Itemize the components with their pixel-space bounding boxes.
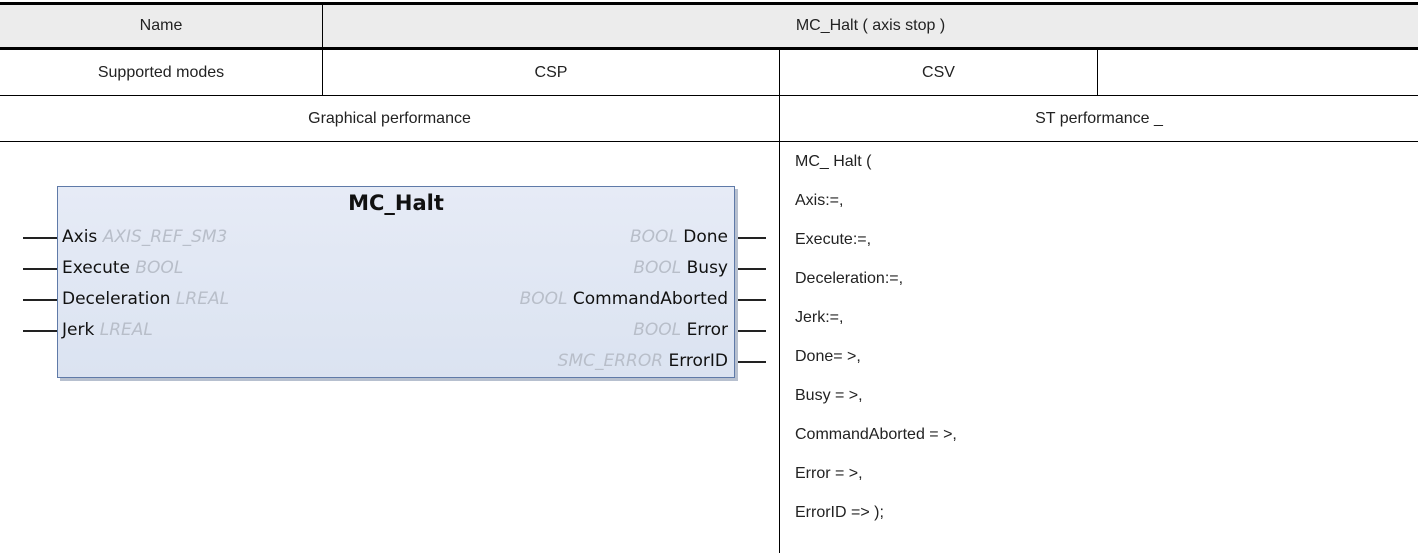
pin-name: ErrorID [668,351,728,371]
output-wire [733,330,766,332]
input-pin-execute: Execute BOOL [62,258,183,278]
st-performance-title: ST performance _ [1035,109,1163,127]
pin-name: CommandAborted [572,289,728,309]
mode-csv: CSV [922,63,955,81]
input-wire [23,268,58,270]
output-wire [733,237,766,239]
st-code-line: CommandAborted = >, [795,426,957,443]
output-wire [733,361,766,363]
pin-name: Done [683,227,728,247]
pin-type: LREAL [99,320,153,340]
pin-type: BOOL [629,227,678,247]
function-block-spec-table: Name MC_Halt ( axis stop ) Supported mod… [0,0,1418,553]
output-pin-error: BOOL Error [633,320,728,340]
pin-name: Error [686,320,728,340]
st-code-line: Axis:=, [795,192,844,209]
output-wire [733,299,766,301]
pin-type: AXIS_REF_SM3 [102,227,228,247]
output-pin-command-aborted: BOOL CommandAborted [520,289,728,309]
supported-modes-label: Supported modes [97,63,225,81]
mode-csp: CSP [534,63,568,81]
mode-extra [1098,50,1418,95]
input-wire [23,237,58,239]
graphical-performance-title: Graphical performance [308,109,471,127]
pin-name: Jerk [62,320,95,340]
input-pin-deceleration: Deceleration LREAL [62,289,229,309]
pin-type: BOOL [633,258,682,278]
pin-type: LREAL [175,289,230,309]
st-code-line: ErrorID => ); [795,504,884,521]
pin-name: Deceleration [62,289,171,309]
st-code-line: MC_ Halt ( [795,153,872,170]
function-block-title: MC_Halt [348,191,444,215]
input-wire [23,330,58,332]
output-pin-busy: BOOL Busy [633,258,728,278]
pin-name: Axis [62,227,98,247]
st-code-line: Error = >, [795,465,863,482]
input-pin-axis: Axis AXIS_REF_SM3 [62,227,227,247]
st-code-line: Deceleration:=, [795,270,904,287]
output-pin-done: BOOL Done [630,227,728,247]
st-code-line: Jerk:=, [795,309,844,326]
name-label: Name [139,17,183,34]
output-pin-error-id: SMC_ERROR ErrorID [558,351,728,371]
st-code-line: Done= >, [795,348,861,365]
pin-name: Busy [686,258,728,278]
pin-type: BOOL [633,320,682,340]
input-wire [23,299,58,301]
output-wire [733,268,766,270]
pin-type: BOOL [135,258,184,278]
pin-name: Execute [62,258,130,278]
row-divider [0,141,1418,142]
pin-type: BOOL [519,289,568,309]
mc-halt-function-block: MC_Halt Axis AXIS_REF_SM3 Execute BOOL D… [57,186,735,378]
input-pin-jerk: Jerk LREAL [62,320,153,340]
st-code-line: Execute:=, [795,231,872,248]
st-code-line: Busy = >, [795,387,863,404]
pin-type: SMC_ERROR [557,351,664,371]
function-name: MC_Halt ( axis stop ) [795,17,946,34]
